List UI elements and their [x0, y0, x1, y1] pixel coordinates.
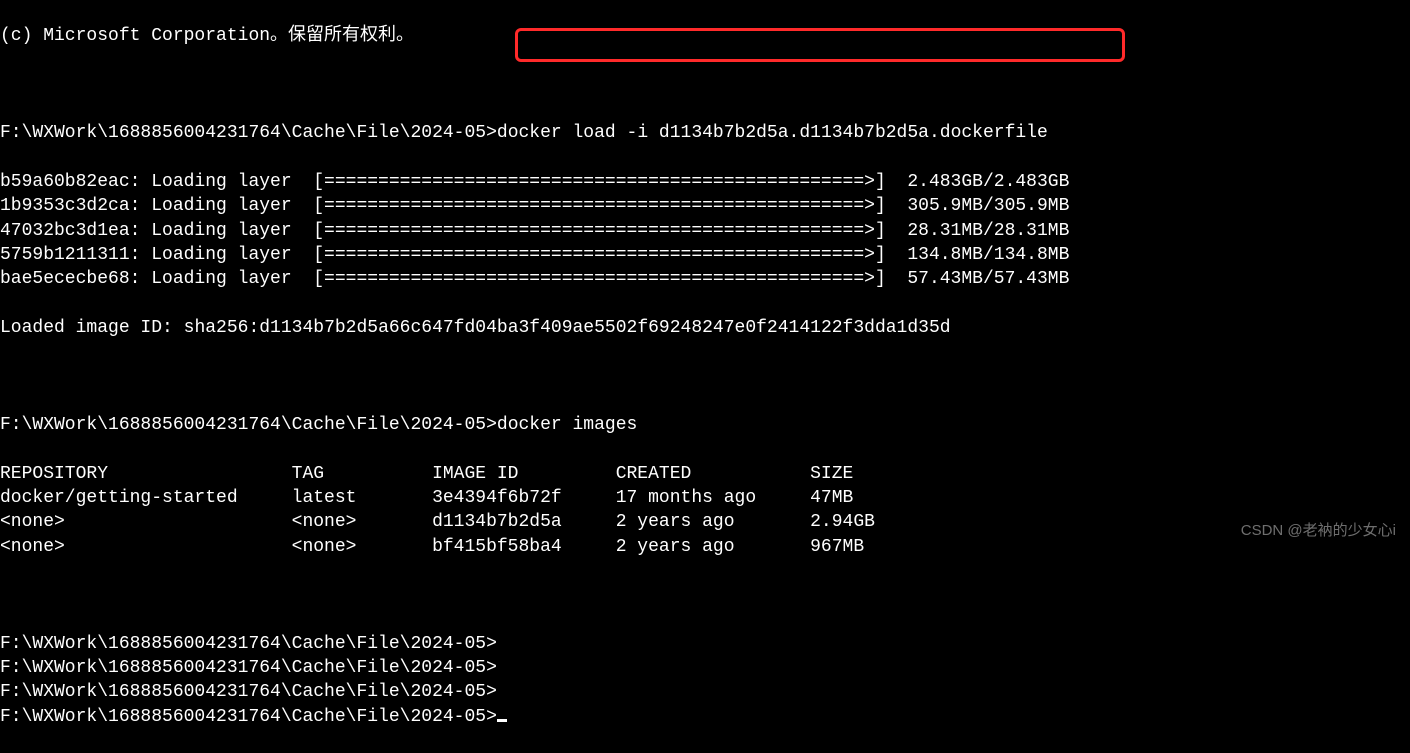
empty-prompt-line[interactable]: F:\WXWork\1688856004231764\Cache\File\20… — [0, 632, 1410, 656]
loaded-image-line: Loaded image ID: sha256:d1134b7b2d5a66c6… — [0, 316, 1410, 340]
docker-load-command: docker load -i d1134b7b2d5a.d1134b7b2d5a… — [497, 123, 1048, 143]
prompt: F:\WXWork\1688856004231764\Cache\File\20… — [0, 123, 497, 143]
empty-prompt-line[interactable]: F:\WXWork\1688856004231764\Cache\File\20… — [0, 705, 1410, 729]
blank-line — [0, 73, 1410, 97]
images-table: REPOSITORY TAG IMAGE ID CREATED SIZEdock… — [0, 462, 1410, 559]
copyright-line: (c) Microsoft Corporation。保留所有权利。 — [0, 24, 1410, 48]
cursor — [497, 719, 507, 722]
loading-layer-line: 47032bc3d1ea: Loading layer [===========… — [0, 219, 1410, 243]
blank-line — [0, 583, 1410, 607]
loading-layer-line: bae5ececbe68: Loading layer [===========… — [0, 267, 1410, 291]
watermark: CSDN @老衲的少女心i — [1241, 521, 1396, 541]
command-line-images: F:\WXWork\1688856004231764\Cache\File\20… — [0, 413, 1410, 437]
prompt: F:\WXWork\1688856004231764\Cache\File\20… — [0, 415, 497, 435]
empty-prompt-line[interactable]: F:\WXWork\1688856004231764\Cache\File\20… — [0, 680, 1410, 704]
docker-images-command: docker images — [497, 415, 637, 435]
blank-line — [0, 364, 1410, 388]
command-line-load: F:\WXWork\1688856004231764\Cache\File\20… — [0, 121, 1410, 145]
images-row: <none> <none> d1134b7b2d5a 2 years ago 2… — [0, 510, 1410, 534]
empty-prompt-line[interactable]: F:\WXWork\1688856004231764\Cache\File\20… — [0, 656, 1410, 680]
loading-layer-line: b59a60b82eac: Loading layer [===========… — [0, 170, 1410, 194]
images-header-row: REPOSITORY TAG IMAGE ID CREATED SIZE — [0, 462, 1410, 486]
empty-prompts-block: F:\WXWork\1688856004231764\Cache\File\20… — [0, 632, 1410, 729]
terminal-output[interactable]: (c) Microsoft Corporation。保留所有权利。 F:\WXW… — [0, 0, 1410, 753]
loading-layer-line: 1b9353c3d2ca: Loading layer [===========… — [0, 194, 1410, 218]
loaded-image-id: sha256:d1134b7b2d5a66c647fd04ba3f409ae55… — [184, 318, 951, 338]
images-row: docker/getting-started latest 3e4394f6b7… — [0, 486, 1410, 510]
loading-layer-line: 5759b1211311: Loading layer [===========… — [0, 243, 1410, 267]
loading-layers-block: b59a60b82eac: Loading layer [===========… — [0, 170, 1410, 291]
